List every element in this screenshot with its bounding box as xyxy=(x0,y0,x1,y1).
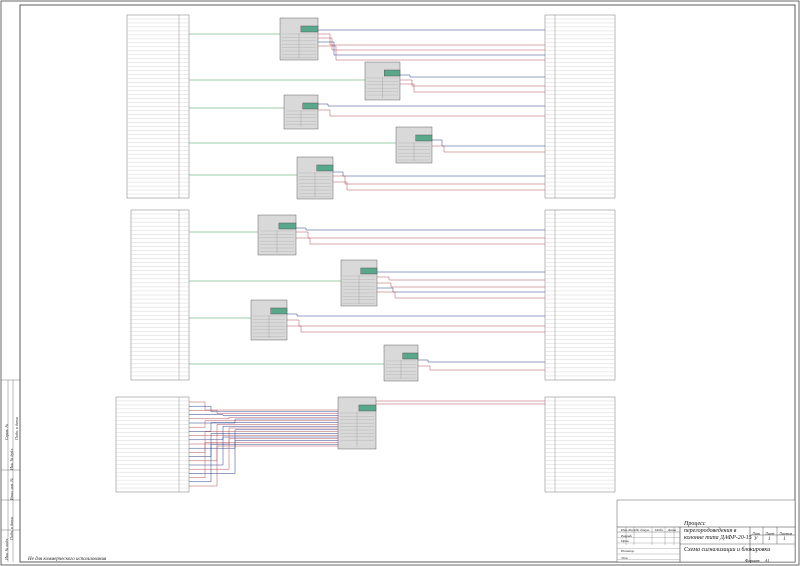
stamp-sheets-header: Листов xyxy=(779,531,793,536)
output-connection xyxy=(318,33,545,46)
input-connection xyxy=(189,427,338,445)
format-label: Формат xyxy=(745,558,760,563)
stamp-col-header: Изм. xyxy=(621,528,628,532)
strip-label: Справ. № xyxy=(4,423,9,440)
input-connection xyxy=(189,405,338,413)
output-connection xyxy=(377,287,545,293)
format-value: A1 xyxy=(765,558,770,563)
input-connection xyxy=(189,440,338,474)
stamp-subtitle: Схема сигнализации и блокировки xyxy=(684,547,771,553)
stamp-row-label: Пров. xyxy=(621,539,630,543)
output-connection xyxy=(333,181,545,191)
output-connection xyxy=(318,41,545,56)
output-connection xyxy=(377,291,545,299)
drawing-sheet xyxy=(0,0,800,566)
output-connection xyxy=(296,227,545,231)
stamp-sheet-value: 1 xyxy=(768,537,771,542)
signal-diagram xyxy=(1,14,796,563)
stamp-title: Процесс перегородоведения в колонне типа… xyxy=(684,521,752,541)
output-connection xyxy=(377,282,545,288)
output-connection xyxy=(287,313,545,317)
block-header xyxy=(415,134,433,142)
output-connection xyxy=(318,37,545,51)
output-connection xyxy=(377,276,545,281)
input-connection xyxy=(189,416,338,420)
output-connection xyxy=(400,74,545,78)
output-connection xyxy=(400,79,545,87)
input-connection xyxy=(189,422,338,432)
stamp-sheets-value: 1 xyxy=(783,537,786,542)
block-header xyxy=(278,222,297,230)
block-header xyxy=(384,69,401,77)
output-connection xyxy=(432,145,545,153)
block-header xyxy=(302,102,319,110)
stamp-lit-header: Лит. xyxy=(752,531,761,536)
strip-label: Инв. № подл. xyxy=(4,537,9,560)
output-connection xyxy=(333,171,545,177)
input-connection xyxy=(189,414,338,416)
input-connection xyxy=(189,431,338,453)
stamp-row-label: Н.контр. xyxy=(621,549,635,553)
stamp-row-label: Разраб. xyxy=(621,534,633,538)
input-connection xyxy=(189,438,338,470)
stamp-sheet-header: Лист xyxy=(765,531,775,536)
stamp-col-header: Лист xyxy=(628,528,637,532)
input-connection xyxy=(189,442,338,478)
stamp-lit-value: У xyxy=(754,537,758,542)
block-header xyxy=(360,267,378,275)
block-header xyxy=(270,307,288,315)
block-header xyxy=(316,164,334,172)
input-connection xyxy=(189,443,338,483)
output-connection xyxy=(318,103,545,107)
stamp-col-header: Подп. xyxy=(655,528,664,532)
stamp-row-label: Утв. xyxy=(621,556,629,560)
stamp-col-header: Дата xyxy=(668,528,677,532)
output-connection xyxy=(333,175,545,185)
strip-label: Подп. и дата xyxy=(9,517,14,540)
stamp-col-header: № докум. xyxy=(636,528,650,532)
output-connection xyxy=(296,237,545,245)
output-connection xyxy=(418,365,545,371)
output-connection xyxy=(296,231,545,239)
block-header xyxy=(402,352,419,360)
output-connection xyxy=(287,325,545,333)
output-connection xyxy=(400,83,545,93)
output-connection xyxy=(318,109,545,117)
input-connection xyxy=(189,401,338,411)
block-header xyxy=(300,25,319,33)
input-connection xyxy=(189,445,338,487)
output-connection xyxy=(318,45,545,61)
strip-label: Подп. и дата xyxy=(14,417,19,440)
output-connection xyxy=(418,359,545,363)
strip-label: Взам. инв. № xyxy=(9,477,14,500)
output-connection xyxy=(432,139,545,147)
strip-label: Инв. № дубл. xyxy=(9,448,14,470)
bottom-caption: Не для коммерческого использования xyxy=(28,557,107,562)
output-connection xyxy=(287,319,545,327)
block-header xyxy=(358,404,377,412)
